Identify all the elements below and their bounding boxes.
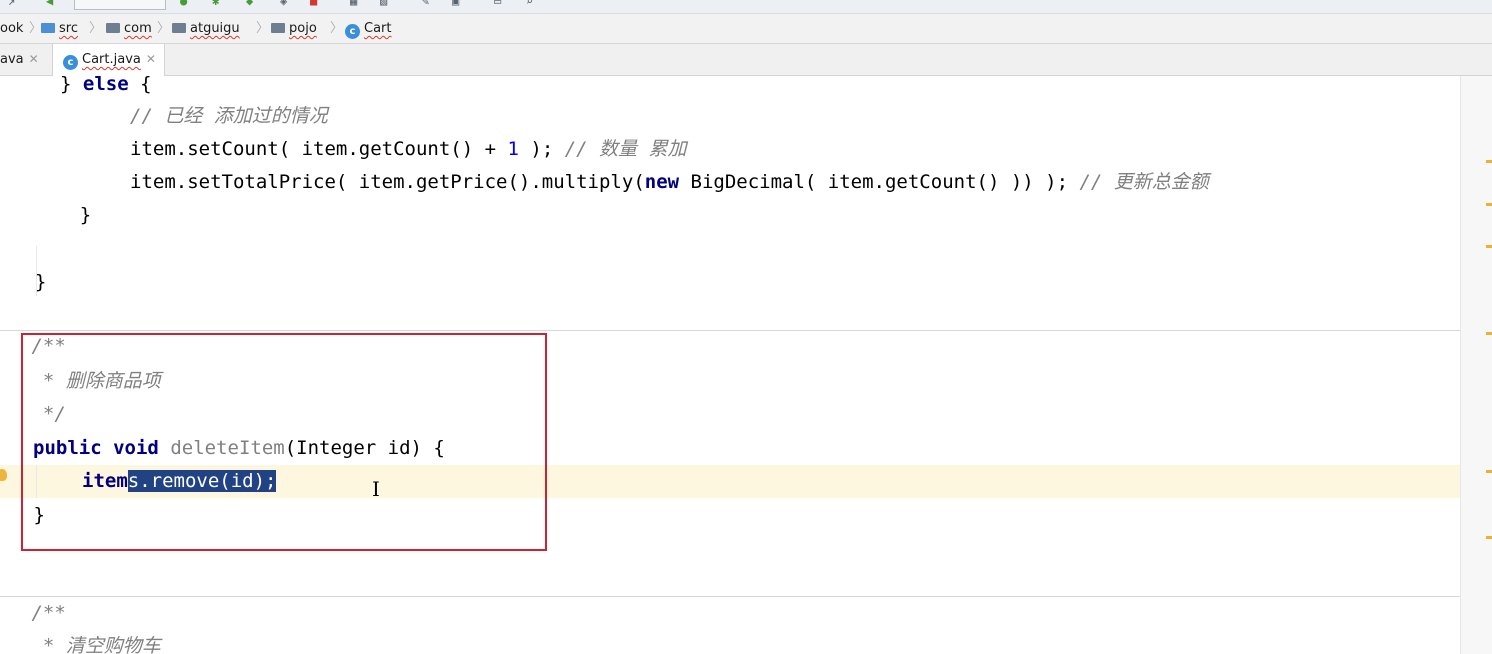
warning-marker[interactable] <box>1486 536 1492 539</box>
run-config-select[interactable] <box>74 0 166 10</box>
code-line: } else { <box>60 76 152 95</box>
highlight-box <box>21 333 547 551</box>
breadcrumb-item-pojo[interactable]: pojo <box>271 20 317 38</box>
close-icon[interactable]: ✕ <box>146 52 156 66</box>
update-icon[interactable]: ▧ <box>380 0 387 7</box>
debug-icon[interactable]: ✱ <box>212 0 219 7</box>
breadcrumb-item-cart[interactable]: c Cart <box>345 20 392 39</box>
profile-icon[interactable]: ◈ <box>280 0 287 7</box>
package-icon <box>106 23 120 33</box>
warning-marker[interactable] <box>1486 160 1492 163</box>
chevron-right-icon: 〉 <box>157 21 171 36</box>
structure-icon[interactable]: ▣ <box>452 0 459 7</box>
chevron-right-icon: 〉 <box>330 21 344 36</box>
breadcrumb-item-com[interactable]: com <box>106 20 152 38</box>
code-line: } <box>34 204 92 226</box>
breadcrumb: ook 〉 src 〉 com 〉 atguigu 〉 pojo 〉 c Cart <box>0 14 1492 44</box>
class-icon: c <box>345 24 360 39</box>
code-line: * 清空购物车 <box>20 635 161 654</box>
breadcrumb-item-src[interactable]: src <box>41 20 78 38</box>
tab-java-file[interactable]: ava ✕ <box>0 44 47 75</box>
folder-icon <box>41 23 55 33</box>
method-separator <box>0 596 1460 597</box>
close-icon[interactable]: ✕ <box>29 52 39 66</box>
code-line: // 已经 添加过的情况 <box>130 105 328 127</box>
back-icon[interactable]: ↗ <box>8 0 15 7</box>
package-icon <box>271 23 285 33</box>
breadcrumb-item-module[interactable]: ook <box>0 20 23 38</box>
breadcrumb-item-atguigu[interactable]: atguigu <box>172 20 240 38</box>
run-icon[interactable]: ● <box>180 0 187 7</box>
editor-tabs: ava ✕ c Cart.java ✕ <box>0 44 1492 76</box>
build-icon[interactable]: ▦ <box>350 0 357 7</box>
code-line: item.setTotalPrice( item.getPrice().mult… <box>130 171 1209 193</box>
chevron-right-icon: 〉 <box>89 21 103 36</box>
search-icon[interactable]: ⌕ <box>526 0 533 7</box>
method-separator <box>0 330 1460 331</box>
warning-marker[interactable] <box>1486 245 1492 248</box>
chevron-right-icon: 〉 <box>256 21 270 36</box>
class-icon: c <box>63 55 78 70</box>
warning-marker[interactable] <box>1486 470 1492 473</box>
warning-marker[interactable] <box>1486 203 1492 206</box>
code-line: } <box>12 271 47 293</box>
code-line: /** <box>20 602 66 624</box>
toolbar: ↗ ◀ ● ✱ ◆ ◈ ■ ▦ ▧ ✎ ▣ ▭ ⌕ <box>0 0 1492 14</box>
window-icon[interactable]: ▭ <box>494 0 501 7</box>
code-line: item.setCount( item.getCount() + 1 ); //… <box>130 138 687 160</box>
coverage-icon[interactable]: ◆ <box>246 0 253 7</box>
package-icon <box>172 23 186 33</box>
warning-marker[interactable] <box>1486 332 1492 335</box>
text-cursor-icon: I <box>372 477 380 501</box>
arrow-icon[interactable]: ◀ <box>46 0 53 7</box>
stop-icon[interactable]: ■ <box>310 0 317 7</box>
lightbulb-icon[interactable] <box>0 469 7 481</box>
settings-icon[interactable]: ✎ <box>422 0 429 7</box>
tab-cart-java[interactable]: c Cart.java ✕ <box>52 44 165 76</box>
